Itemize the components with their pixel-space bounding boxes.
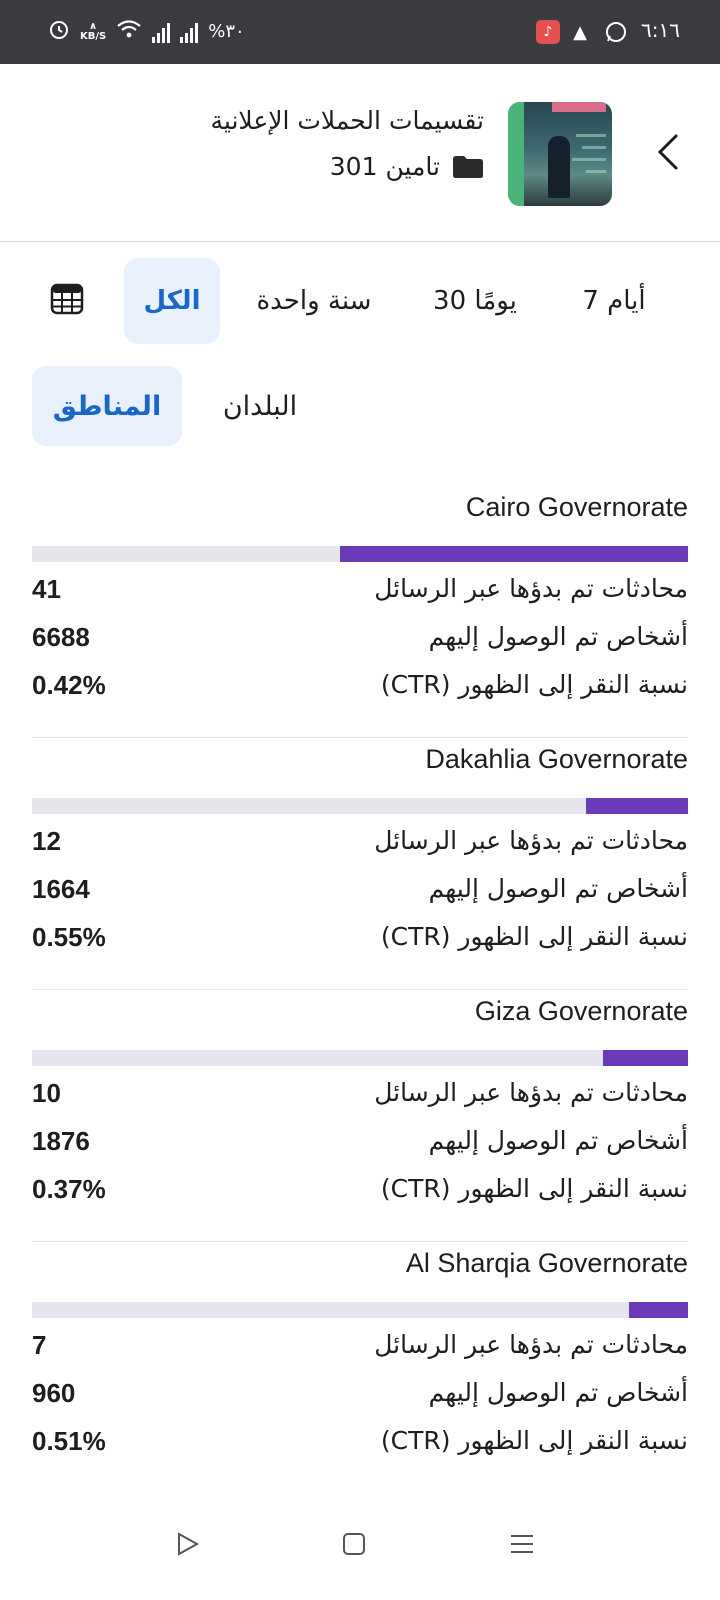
regions-list: Cairo Governorate محادثات تم بدؤها عبر ا… (32, 486, 688, 1494)
tab-regions[interactable]: المناطق (32, 366, 182, 446)
metric-reach: أشخاص تم الوصول إليهم 6688 (32, 622, 688, 652)
region-name: Dakahlia Governorate (425, 744, 688, 774)
page-title: تقسيمات الحملات الإعلانية (210, 106, 485, 135)
metric-conversations: محادثات تم بدؤها عبر الرسائل 7 (32, 1330, 688, 1360)
calendar-button[interactable] (50, 282, 90, 320)
metric-ctr: نسبة النقر إلى الظهور (CTR) 0.37% (32, 1174, 688, 1204)
share-bar-track (32, 1050, 688, 1066)
alarm-icon (48, 18, 70, 45)
reach-value: 1876 (32, 1126, 90, 1156)
square-icon (343, 1533, 365, 1555)
back-button[interactable] (650, 126, 686, 178)
region-card[interactable]: Giza Governorate محادثات تم بدؤها عبر ال… (32, 990, 688, 1242)
share-bar-fill (586, 798, 688, 814)
clock: ٦:١٦ (641, 18, 680, 42)
mosque-icon: ▲ (573, 21, 587, 43)
calendar-icon (50, 283, 84, 315)
nav-menu-button[interactable] (502, 1524, 542, 1564)
menu-lines-icon (511, 1535, 533, 1553)
region-name: Al Sharqia Governorate (405, 1248, 688, 1278)
ctr-value: 0.42% (32, 670, 106, 700)
metric-reach: أشخاص تم الوصول إليهم 1876 (32, 1126, 688, 1156)
net-speed: ∧ KB/S (80, 20, 107, 42)
region-name: Giza Governorate (474, 996, 688, 1026)
share-bar-track (32, 1302, 688, 1318)
folder-icon (452, 155, 484, 179)
reach-value: 6688 (32, 622, 90, 652)
tab-countries[interactable]: البلدان (200, 366, 320, 446)
period-tabs: 7 أيام 30 يومًا سنة واحدة الكل (0, 258, 720, 344)
nav-home-button[interactable] (334, 1524, 374, 1564)
signal-icon (152, 21, 171, 43)
region-name: Cairo Governorate (465, 492, 688, 522)
scope-tabs: المناطق البلدان (0, 366, 720, 446)
conversations-value: 12 (32, 826, 61, 856)
wifi-icon (116, 19, 142, 44)
metric-ctr: نسبة النقر إلى الظهور (CTR) 0.51% (32, 1426, 688, 1456)
metric-conversations: محادثات تم بدؤها عبر الرسائل 12 (32, 826, 688, 856)
share-bar-fill (628, 1302, 688, 1318)
ctr-value: 0.51% (32, 1426, 106, 1456)
metric-reach: أشخاص تم الوصول إليهم 960 (32, 1378, 688, 1408)
metric-ctr: نسبة النقر إلى الظهور (CTR) 0.42% (32, 670, 688, 700)
status-left-indicators: ∧ KB/S %٣٠ (48, 18, 245, 45)
metric-conversations: محادثات تم بدؤها عبر الرسائل 41 (32, 574, 688, 604)
reach-value: 1664 (32, 874, 90, 904)
signal-icon-2 (180, 21, 199, 43)
conversations-value: 7 (32, 1330, 47, 1360)
system-nav-bar (0, 1500, 720, 1600)
conversations-value: 41 (32, 574, 61, 604)
region-card[interactable]: Dakahlia Governorate محادثات تم بدؤها عب… (32, 738, 688, 990)
chevron-left-icon (657, 134, 678, 170)
page-header: تقسيمات الحملات الإعلانية تامين 301 (0, 64, 720, 242)
ctr-value: 0.37% (32, 1174, 106, 1204)
tab-one-year[interactable]: سنة واحدة (244, 258, 384, 344)
share-bar-track (32, 546, 688, 562)
tab-all[interactable]: الكل (124, 258, 220, 344)
music-app-icon: ♪ (536, 20, 560, 44)
tab-7-days[interactable]: 7 أيام (574, 258, 654, 344)
tab-30-days[interactable]: 30 يومًا (420, 258, 530, 344)
battery-percent: %٣٠ (208, 21, 245, 42)
nav-back-button[interactable] (168, 1524, 208, 1564)
region-card[interactable]: Al Sharqia Governorate محادثات تم بدؤها … (32, 1242, 688, 1494)
reach-value: 960 (32, 1378, 76, 1408)
share-bar-fill (340, 546, 688, 562)
conversations-value: 10 (32, 1078, 61, 1108)
share-bar-track (32, 798, 688, 814)
campaign-thumbnail (508, 102, 612, 206)
campaign-name: تامين 301 (329, 152, 440, 181)
metric-conversations: محادثات تم بدؤها عبر الرسائل 10 (32, 1078, 688, 1108)
metric-ctr: نسبة النقر إلى الظهور (CTR) 0.55% (32, 922, 688, 952)
metric-reach: أشخاص تم الوصول إليهم 1664 (32, 874, 688, 904)
share-bar-fill (602, 1050, 688, 1066)
ctr-value: 0.55% (32, 922, 106, 952)
status-bar: ∧ KB/S %٣٠ ♪ ▲ ٦:١٦ (0, 0, 720, 64)
whatsapp-icon (604, 20, 628, 44)
region-card[interactable]: Cairo Governorate محادثات تم بدؤها عبر ا… (32, 486, 688, 738)
campaign-info: تامين 301 (330, 152, 484, 181)
play-triangle-icon (178, 1532, 200, 1556)
